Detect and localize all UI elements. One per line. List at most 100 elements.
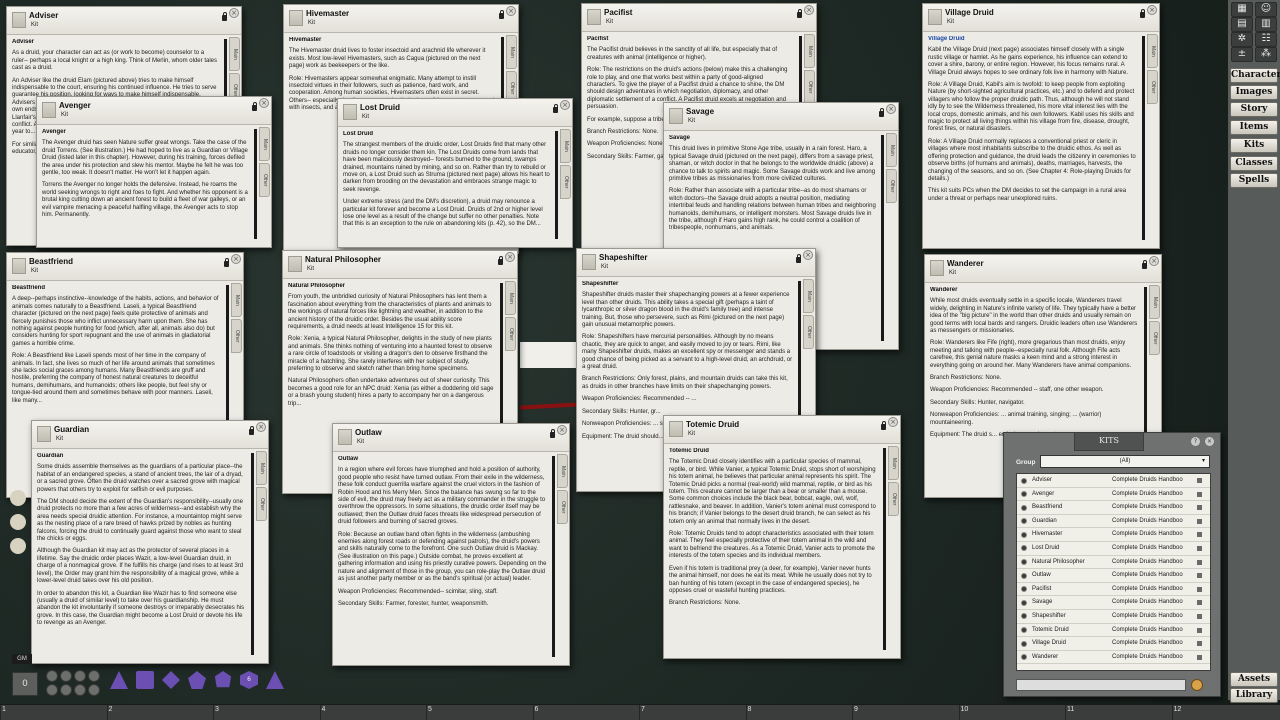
link-icon[interactable] <box>1021 572 1027 579</box>
village-druid-kit-window[interactable]: Village Druid Kit × Village Druid Kabil the … <box>922 3 1160 249</box>
mod-slot[interactable] <box>60 670 72 682</box>
list-item[interactable]: Shapeshifter Complete Druids Handboo <box>1017 610 1210 624</box>
window-header[interactable]: Savage Kit × <box>664 103 898 131</box>
window-header[interactable]: Natural Philosopher Kit × <box>283 251 517 279</box>
d20b-die-icon[interactable] <box>266 671 284 689</box>
lock-icon[interactable] <box>879 108 884 117</box>
tab-other[interactable]: Other <box>888 482 899 516</box>
close-icon[interactable]: × <box>888 417 898 427</box>
hotbar-slot[interactable] <box>213 705 214 720</box>
kits-window[interactable]: KITS ? × Group (All) ▾ Adviser Complete D… <box>1003 432 1221 697</box>
sidebar-item-assets[interactable]: Assets <box>1230 672 1278 687</box>
list-item[interactable]: Totemic Druid Complete Druids Handboo <box>1017 624 1210 638</box>
close-icon[interactable]: × <box>505 252 515 262</box>
tab-main[interactable]: Main <box>1149 285 1160 319</box>
scrollbar[interactable] <box>881 135 884 341</box>
close-icon[interactable]: × <box>803 250 813 260</box>
tab-other[interactable]: Other <box>259 163 270 197</box>
calendar-icon[interactable]: ▦ <box>1231 2 1253 17</box>
link-icon[interactable] <box>1021 627 1027 634</box>
list-item[interactable]: Beastfriend Complete Druids Handboo <box>1017 501 1210 515</box>
link-icon[interactable] <box>1021 586 1027 593</box>
lock-icon[interactable] <box>881 421 886 430</box>
lock-icon[interactable] <box>222 12 227 21</box>
lost-druid-kit-window[interactable]: Lost Druid Kit × Lost Druid The strangest me… <box>337 98 573 248</box>
lock-icon[interactable] <box>1142 260 1147 269</box>
tab-other[interactable]: Other <box>231 319 242 353</box>
close-icon[interactable]: × <box>231 254 241 264</box>
d4-die-icon[interactable] <box>110 671 128 689</box>
kit-token-icon[interactable] <box>288 256 302 272</box>
scrollbar[interactable] <box>1142 36 1145 240</box>
grid-dots-icon[interactable]: ⁂ <box>1255 47 1277 62</box>
lock-icon[interactable] <box>252 102 257 111</box>
window-header[interactable]: Guardian Kit × <box>32 421 268 449</box>
tab-main[interactable]: Main <box>229 37 240 71</box>
list-item[interactable]: Village Druid Complete Druids Handboo <box>1017 637 1210 651</box>
hotbar-slot[interactable] <box>639 705 640 720</box>
kit-token-icon[interactable] <box>928 9 942 25</box>
window-header[interactable]: Outlaw Kit × <box>333 424 569 452</box>
people-icon[interactable]: ☺ <box>1255 2 1277 17</box>
tab-other[interactable]: Other <box>560 165 571 199</box>
d8-die-icon[interactable] <box>162 671 180 689</box>
tab-other[interactable]: Other <box>886 169 897 203</box>
tab-main[interactable]: Main <box>1147 34 1158 68</box>
scrollbar[interactable] <box>555 131 558 239</box>
hotbar-slot[interactable] <box>745 705 747 720</box>
hotbar-slot[interactable] <box>852 705 853 720</box>
link-icon[interactable] <box>1021 531 1027 538</box>
hotbar-slot[interactable] <box>958 705 960 720</box>
sidebar-item-kits[interactable]: Kits <box>1230 138 1278 153</box>
window-header[interactable]: Adviser Kit × <box>7 7 241 35</box>
window-header[interactable]: Lost Druid Kit × <box>338 99 572 127</box>
help-icon[interactable]: ? <box>1191 437 1200 446</box>
mod-slot[interactable] <box>74 670 86 682</box>
hotbar-slot[interactable] <box>1065 705 1066 720</box>
lock-icon[interactable] <box>797 9 802 18</box>
effects-icon[interactable]: ☷ <box>1255 32 1277 47</box>
sidebar-item-library[interactable]: Library <box>1230 688 1278 703</box>
sidebar-item-characters[interactable]: Characters <box>1230 68 1280 83</box>
lock-icon[interactable] <box>553 104 558 113</box>
tab-main[interactable]: Main <box>231 283 242 317</box>
sidebar-item-story[interactable]: Story <box>1230 102 1278 117</box>
scrollbar[interactable] <box>251 453 254 655</box>
link-icon[interactable] <box>1021 599 1027 606</box>
hotbar-slot[interactable] <box>0 705 1 720</box>
close-icon[interactable]: × <box>1149 256 1159 266</box>
mod-slot[interactable] <box>74 684 86 696</box>
tab-other[interactable]: Other <box>505 317 516 351</box>
list-item[interactable]: Natural Philosopher Complete Druids Handb… <box>1017 556 1210 570</box>
tab-main[interactable]: Main <box>886 133 897 167</box>
link-icon[interactable] <box>1021 640 1027 647</box>
lock-icon[interactable] <box>249 426 254 435</box>
window-header[interactable]: Wanderer Kit × <box>925 255 1161 283</box>
list-item[interactable]: Wanderer Complete Druids Handboo <box>1017 651 1210 665</box>
hotbar-slot[interactable] <box>1171 705 1173 720</box>
kit-token-icon[interactable] <box>338 429 352 445</box>
list-item[interactable]: Pacifist Complete Druids Handboo <box>1017 583 1210 597</box>
sidebar-item-images[interactable]: Images <box>1230 85 1278 100</box>
hotbar-slot[interactable] <box>319 705 321 720</box>
tab-main[interactable]: Main <box>560 129 571 163</box>
group-select[interactable]: (All) ▾ <box>1040 455 1210 468</box>
close-icon[interactable]: × <box>886 104 896 114</box>
tab-other[interactable]: Other <box>804 70 815 104</box>
mod-slot[interactable] <box>46 684 58 696</box>
close-icon[interactable]: × <box>256 422 266 432</box>
tab-main[interactable]: Main <box>804 34 815 68</box>
lock-icon[interactable] <box>224 258 229 267</box>
lock-icon[interactable] <box>550 429 555 438</box>
hotbar-slot[interactable] <box>106 705 108 720</box>
link-icon[interactable] <box>1021 654 1027 661</box>
link-icon[interactable] <box>1021 545 1027 552</box>
modifier-grid[interactable] <box>46 670 104 696</box>
link-icon[interactable] <box>1021 613 1027 620</box>
kit-token-icon[interactable] <box>669 108 683 124</box>
close-icon[interactable]: × <box>229 8 239 18</box>
d20-die-icon[interactable]: 6 <box>240 671 258 689</box>
tab-main[interactable]: Main <box>888 446 899 480</box>
lock-icon[interactable] <box>498 256 503 265</box>
close-icon[interactable]: × <box>557 425 567 435</box>
